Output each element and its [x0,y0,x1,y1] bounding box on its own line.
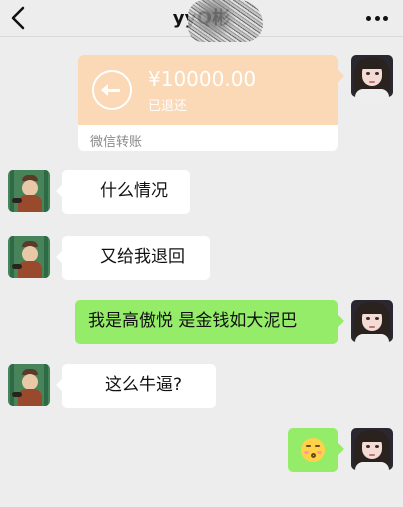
scribble-redaction [188,0,263,42]
self-avatar[interactable] [351,55,393,97]
transfer-arrow-line [107,89,120,92]
friend-avatar[interactable] [8,170,50,212]
message-bubble-sent[interactable] [288,428,344,472]
transfer-card[interactable]: ¥10000.00 已退还 微信转账 [78,55,344,151]
smiling-emoji-icon [301,438,325,462]
more-icon[interactable] [366,16,388,22]
self-avatar[interactable] [351,428,393,470]
transfer-return-icon [92,70,132,110]
message-bubble[interactable]: 这么牛逼? [56,364,216,408]
self-avatar[interactable] [351,300,393,342]
message-bubble[interactable]: 又给我退回 [56,236,210,280]
transfer-amount: ¥10000.00 [148,67,257,91]
message-bubble[interactable]: 什么情况 [56,170,190,214]
top-bar: yyQ彬 [0,0,403,42]
friend-avatar[interactable] [8,364,50,406]
message-bubble-sent[interactable]: 我是高傲悦 是金钱如大泥巴 [75,300,344,344]
friend-avatar[interactable] [8,236,50,278]
transfer-status: 已退还 [148,99,188,114]
transfer-arrow-head [101,84,108,96]
transfer-label: 微信转账 [90,135,143,150]
